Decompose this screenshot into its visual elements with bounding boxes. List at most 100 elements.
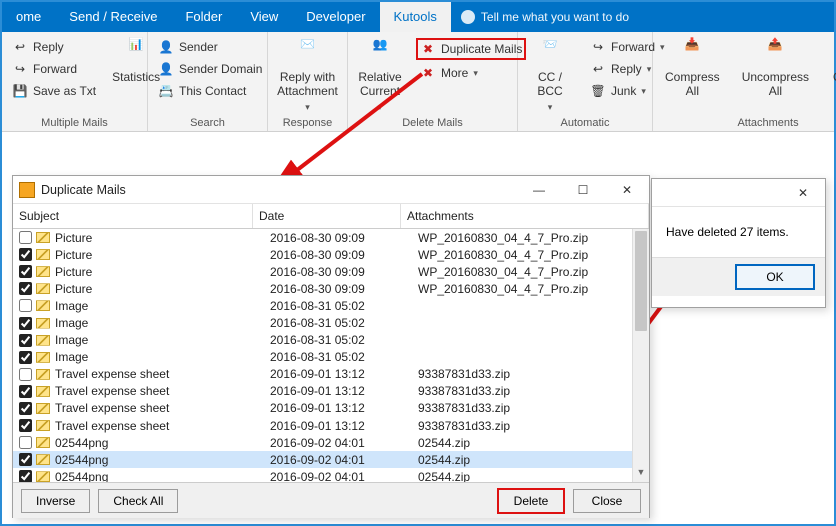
- statistics-icon: 📊: [121, 38, 151, 68]
- row-date: 2016-08-31 05:02: [270, 333, 418, 347]
- sender-domain-button[interactable]: 👤Sender Domain: [154, 60, 266, 78]
- msg-body: Have deleted 27 items.: [652, 207, 825, 258]
- group-label-attachments: Attachments: [659, 115, 836, 131]
- others-button[interactable]: 📎 Others: [825, 36, 836, 101]
- row-date: 2016-08-31 05:02: [270, 350, 418, 364]
- sender-button[interactable]: 👤Sender: [154, 38, 266, 56]
- scrollbar[interactable]: ▲ ▼: [632, 229, 649, 482]
- row-date: 2016-09-02 04:01: [270, 453, 418, 467]
- group-label-delete: Delete Mails: [354, 115, 511, 131]
- ribbon-tabs: ome Send / Receive Folder View Developer…: [2, 2, 834, 32]
- tab-home[interactable]: ome: [2, 2, 55, 32]
- scroll-thumb[interactable]: [635, 231, 647, 331]
- mail-icon: [36, 300, 50, 311]
- row-attachment: 93387831d33.zip: [418, 401, 649, 415]
- x-icon: ✖: [420, 65, 436, 81]
- row-checkbox[interactable]: [19, 351, 32, 364]
- row-subject: Travel expense sheet: [55, 384, 270, 398]
- table-row[interactable]: 02544png2016-09-02 04:0102544.zip: [13, 451, 649, 468]
- row-checkbox[interactable]: [19, 436, 32, 449]
- row-checkbox[interactable]: [19, 231, 32, 244]
- table-row[interactable]: Travel expense sheet2016-09-01 13:129338…: [13, 400, 649, 417]
- group-automatic: 📨 CC / BCC ↪Forward ↩Reply 🗑Junk Automat…: [518, 32, 653, 131]
- minimize-button[interactable]: —: [517, 176, 561, 204]
- duplicate-mails-dialog: Duplicate Mails — ☐ ✕ Subject Date Attac…: [12, 175, 650, 518]
- table-row[interactable]: Picture2016-08-30 09:09WP_20160830_04_4_…: [13, 263, 649, 280]
- table-row[interactable]: Travel expense sheet2016-09-01 13:129338…: [13, 383, 649, 400]
- forward-button[interactable]: ↪Forward: [8, 60, 100, 78]
- row-date: 2016-08-30 09:09: [270, 248, 418, 262]
- row-checkbox[interactable]: [19, 317, 32, 330]
- row-subject: Travel expense sheet: [55, 401, 270, 415]
- dialog-titlebar[interactable]: Duplicate Mails — ☐ ✕: [13, 176, 649, 204]
- table-row[interactable]: Picture2016-08-30 09:09WP_20160830_04_4_…: [13, 229, 649, 246]
- maximize-button[interactable]: ☐: [561, 176, 605, 204]
- reply-button[interactable]: ↩Reply: [8, 38, 100, 56]
- table-row[interactable]: Picture2016-08-30 09:09WP_20160830_04_4_…: [13, 246, 649, 263]
- row-date: 2016-09-01 13:12: [270, 419, 418, 433]
- row-checkbox[interactable]: [19, 334, 32, 347]
- table-row[interactable]: Travel expense sheet2016-09-01 13:129338…: [13, 417, 649, 434]
- check-all-button[interactable]: Check All: [98, 489, 178, 513]
- table-row[interactable]: Image2016-08-31 05:02: [13, 349, 649, 366]
- col-attachments[interactable]: Attachments: [401, 204, 649, 228]
- relative-current-button[interactable]: 👥 Relative Current: [354, 36, 406, 115]
- tab-developer[interactable]: Developer: [292, 2, 379, 32]
- forward-icon: ↪: [12, 61, 28, 77]
- col-subject[interactable]: Subject: [13, 204, 253, 228]
- this-contact-button[interactable]: 📇This Contact: [154, 82, 266, 100]
- uncompress-icon: 📤: [760, 38, 790, 68]
- close-window-button[interactable]: ✕: [605, 176, 649, 204]
- tab-folder[interactable]: Folder: [171, 2, 236, 32]
- row-attachment: WP_20160830_04_4_7_Pro.zip: [418, 265, 649, 279]
- table-row[interactable]: Picture2016-08-30 09:09WP_20160830_04_4_…: [13, 280, 649, 297]
- row-attachment: 93387831d33.zip: [418, 367, 649, 381]
- cc-bcc-button[interactable]: 📨 CC / BCC: [524, 36, 576, 115]
- group-label-search: Search: [154, 115, 261, 131]
- row-checkbox[interactable]: [19, 385, 32, 398]
- table-row[interactable]: Travel expense sheet2016-09-01 13:129338…: [13, 366, 649, 383]
- table-row[interactable]: Image2016-08-31 05:02: [13, 332, 649, 349]
- tell-me-box[interactable]: Tell me what you want to do: [451, 2, 639, 32]
- row-date: 2016-08-31 05:02: [270, 299, 418, 313]
- scroll-down-icon[interactable]: ▼: [633, 467, 649, 482]
- row-checkbox[interactable]: [19, 419, 32, 432]
- confirmation-dialog: ✕ Have deleted 27 items. OK: [651, 178, 826, 308]
- compress-all-button[interactable]: 📥 Compress All: [659, 36, 726, 101]
- ok-button[interactable]: OK: [735, 264, 815, 290]
- reply-with-attachment-button[interactable]: ✉️ Reply with Attachment: [274, 36, 341, 115]
- tab-view[interactable]: View: [236, 2, 292, 32]
- row-checkbox[interactable]: [19, 282, 32, 295]
- row-date: 2016-08-30 09:09: [270, 282, 418, 296]
- row-checkbox[interactable]: [19, 265, 32, 278]
- row-date: 2016-09-01 13:12: [270, 384, 418, 398]
- row-date: 2016-09-02 04:01: [270, 436, 418, 450]
- table-row[interactable]: 02544png2016-09-02 04:0102544.zip: [13, 468, 649, 482]
- row-checkbox[interactable]: [19, 248, 32, 261]
- col-date[interactable]: Date: [253, 204, 401, 228]
- row-checkbox[interactable]: [19, 470, 32, 482]
- row-attachment: 02544.zip: [418, 470, 649, 482]
- table-row[interactable]: Image2016-08-31 05:02: [13, 314, 649, 331]
- row-checkbox[interactable]: [19, 299, 32, 312]
- save-as-txt-button[interactable]: 💾Save as Txt: [8, 82, 100, 100]
- msg-close-button[interactable]: ✕: [781, 179, 825, 207]
- uncompress-all-button[interactable]: 📤 Uncompress All: [736, 36, 815, 101]
- duplicate-mails-button[interactable]: ✖ Duplicate Mails: [416, 38, 526, 60]
- table-row[interactable]: Image2016-08-31 05:02: [13, 297, 649, 314]
- row-checkbox[interactable]: [19, 453, 32, 466]
- inverse-button[interactable]: Inverse: [21, 489, 90, 513]
- row-attachment: 93387831d33.zip: [418, 384, 649, 398]
- row-checkbox[interactable]: [19, 402, 32, 415]
- table-row[interactable]: 02544png2016-09-02 04:0102544.zip: [13, 434, 649, 451]
- msg-titlebar[interactable]: ✕: [652, 179, 825, 207]
- tab-kutools[interactable]: Kutools: [380, 2, 451, 32]
- person-icon: 👤: [158, 61, 174, 77]
- delete-button[interactable]: Delete: [497, 488, 565, 514]
- tab-send-receive[interactable]: Send / Receive: [55, 2, 171, 32]
- ribbon-body: ↩Reply ↪Forward 💾Save as Txt 📊 Statistic…: [2, 32, 834, 132]
- more-button[interactable]: ✖ More: [416, 64, 526, 82]
- close-button[interactable]: Close: [573, 489, 641, 513]
- row-subject: Picture: [55, 265, 270, 279]
- row-checkbox[interactable]: [19, 368, 32, 381]
